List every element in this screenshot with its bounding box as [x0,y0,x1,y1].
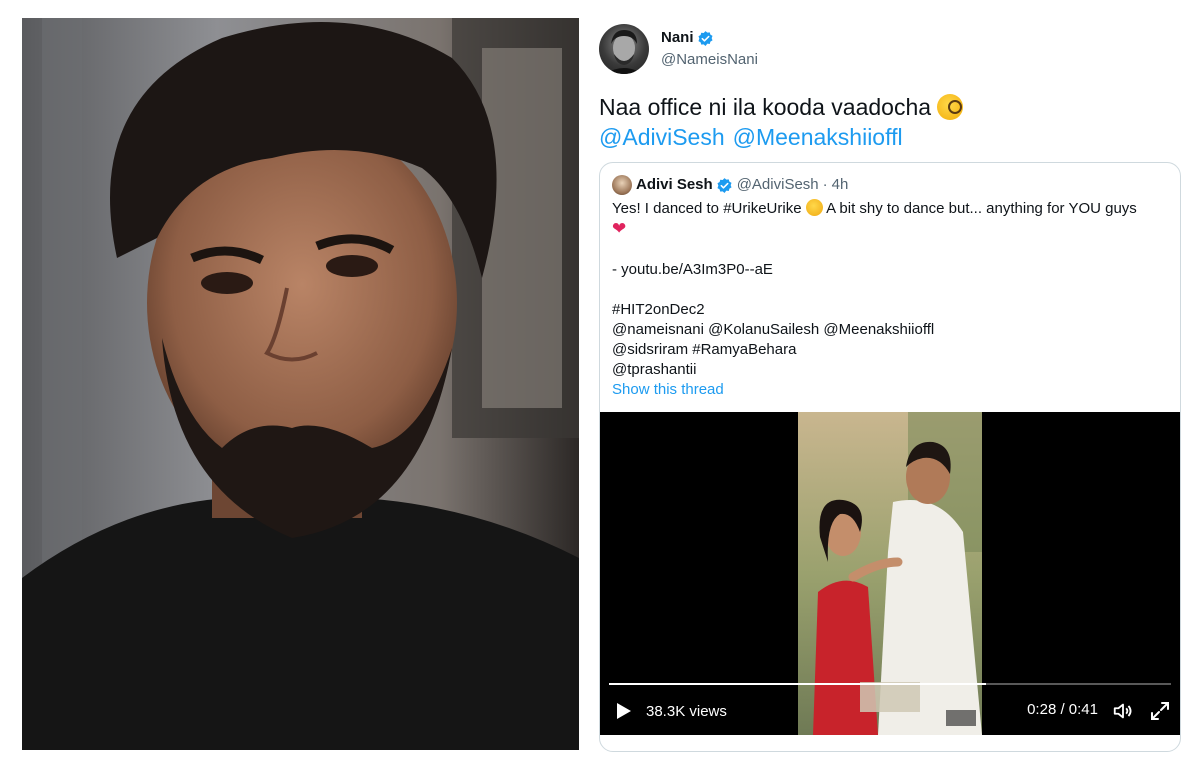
tweet-mentions: @AdiviSesh @Meenakshiioffl [599,122,1183,152]
tweet-body: Naa office ni ila kooda vaadocha [599,94,932,120]
quoted-mentions-1[interactable]: @nameisnani @KolanuSailesh @Meenakshiiof… [612,320,1168,340]
author-avatar[interactable] [599,24,649,74]
video-time: 0:28 / 0:41 [1027,701,1098,718]
quoted-line-1a: Yes! I danced to #UrikeUrike [612,200,802,217]
author-handle[interactable]: @NameisNani [661,50,758,70]
quoted-mentions-3[interactable]: @tprashantii [612,360,1168,380]
quoted-tweet-header: Adivi Sesh @AdiviSesh · 4h [612,175,1168,195]
video-views: 38.3K views [646,702,727,720]
verified-badge-icon [698,30,713,46]
time-separator: · [822,176,828,193]
mention-link-meenakshi[interactable]: @Meenakshiioffl [733,124,903,150]
play-icon[interactable] [616,702,632,720]
quoted-tweet-body: Yes! I danced to #UrikeUrike A bit shy t… [612,199,1168,400]
video-poster [798,412,982,735]
quoted-link[interactable]: - youtu.be/A3Im3P0--aE [612,260,1168,280]
tweet-card: Nani @NameisNani Naa office ni ila kooda… [599,22,1183,752]
show-thread-link[interactable]: Show this thread [612,380,1168,400]
quoted-author-handle[interactable]: @AdiviSesh [737,175,819,195]
author-names: Nani @NameisNani [661,28,758,70]
quoted-hashtag[interactable]: #HIT2onDec2 [612,300,1168,320]
quoted-tweet-time[interactable]: 4h [832,175,849,195]
author-name-row[interactable]: Nani [661,28,758,48]
video-progress-fill [609,683,986,685]
verified-badge-icon [717,177,732,193]
quoted-author-name[interactable]: Adivi Sesh [636,175,713,195]
mention-link-adivisesh[interactable]: @AdiviSesh [599,124,725,150]
author-name[interactable]: Nani [661,28,694,48]
quoted-line-1b: A bit shy to dance but... anything for Y… [826,200,1137,217]
fullscreen-icon[interactable] [1150,701,1170,721]
monocle-face-icon [937,94,964,120]
quoted-tweet[interactable]: Adivi Sesh @AdiviSesh · 4h Yes! I danced… [599,162,1181,752]
video-controls: 38.3K views 0:28 / 0:41 [600,697,1180,725]
tweet-header: Nani @NameisNani [599,22,1183,76]
profile-photo [22,18,579,750]
heart-icon: ❤ [612,219,627,238]
video-progress-bar[interactable] [609,683,1171,685]
volume-icon[interactable] [1112,700,1134,722]
video-player[interactable]: 38.3K views 0:28 / 0:41 [600,412,1180,735]
quoted-author-avatar[interactable] [612,175,632,195]
shushing-face-icon [805,199,823,216]
tweet-text: Naa office ni ila kooda vaadocha @AdiviS… [599,92,1183,152]
quoted-mentions-2[interactable]: @sidsriram #RamyaBehara [612,340,1168,360]
